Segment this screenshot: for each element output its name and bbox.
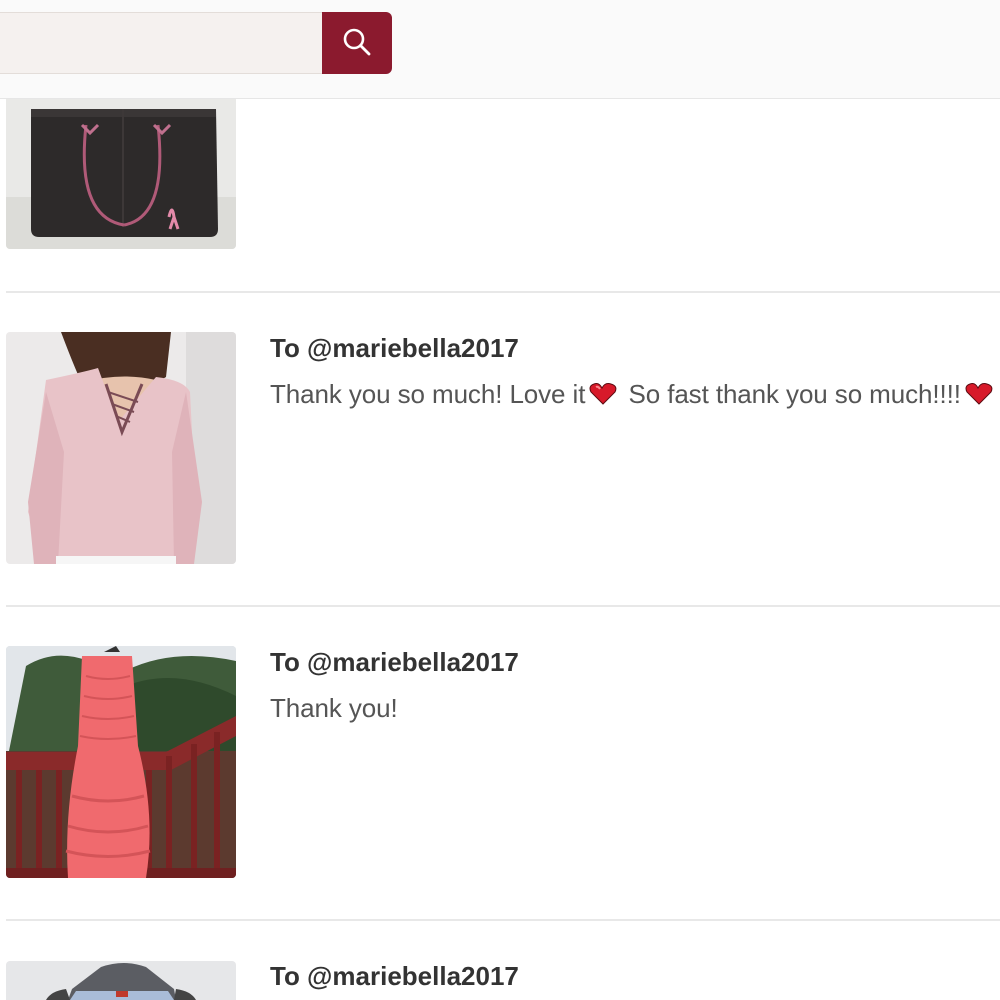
feedback-card: To @mariebella2017 Thank you! — [0, 607, 1000, 921]
heart-icon — [588, 382, 618, 413]
recipient-username[interactable]: To @mariebella2017 — [270, 961, 519, 992]
feedback-message: Thank you so much! Love it So fast thank… — [270, 379, 997, 413]
feedback-message: Thank you! — [270, 693, 398, 723]
feedback-feed: To @mariebella2017 Thank you so much! Lo… — [0, 0, 1000, 1000]
product-thumbnail-sweater[interactable] — [6, 332, 236, 564]
recipient-username[interactable]: To @mariebella2017 — [270, 647, 519, 678]
search-button[interactable] — [322, 12, 392, 74]
feedback-card: To @mariebella2017 — [0, 921, 1000, 1000]
message-text: Thank you so much! Love it — [270, 379, 586, 409]
search-input[interactable] — [0, 12, 324, 74]
product-thumbnail-gown[interactable] — [6, 646, 236, 878]
recipient-username[interactable]: To @mariebella2017 — [270, 333, 519, 364]
message-text: So fast thank you so much!!!! — [621, 379, 961, 409]
top-search-bar — [0, 0, 1000, 99]
feedback-card: To @mariebella2017 Thank you so much! Lo… — [0, 293, 1000, 607]
heart-icon — [964, 382, 994, 413]
search-icon — [341, 26, 373, 61]
product-thumbnail-blue-dress[interactable] — [6, 961, 236, 1000]
